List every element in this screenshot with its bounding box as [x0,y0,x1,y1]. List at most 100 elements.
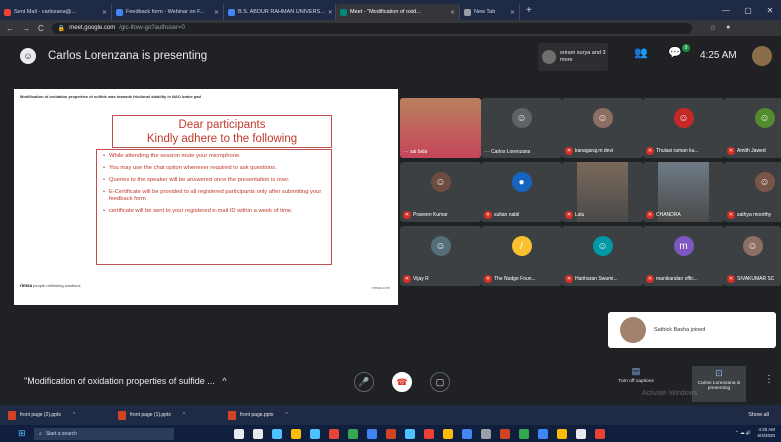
system-clock[interactable]: 4:25 AM 6/4/2020 [757,427,775,439]
participant-name: Praveen Kumar [413,212,448,218]
taskbar-app-icon[interactable] [443,428,453,439]
chevron-up-icon[interactable]: ^ [285,412,287,418]
taskbar-app-icon[interactable] [310,428,320,439]
maximize-icon[interactable]: ▢ [737,0,759,20]
participant-tile[interactable]: ☺ ✕ SIVAKUMAR SC [724,226,781,286]
browser-tab[interactable]: Feedback form - Webinar on F... ✕ [112,4,224,20]
new-tab-button[interactable]: + [526,5,532,16]
taskbar-app-icon[interactable] [367,428,377,439]
participant-video [577,162,628,222]
taskbar-app-icon[interactable] [576,428,586,439]
participant-label: ✕ kanagaraj.m devi [565,147,613,155]
minimize-icon[interactable]: — [715,0,737,20]
taskbar-app-icon[interactable] [272,428,282,439]
participant-tile[interactable]: ☺ ✕ sathya moorthy [724,162,781,222]
participant-tile[interactable]: m ✕ manikandan offic... [643,226,724,286]
browser-tab[interactable]: B.S. ABDUR RAHMAN UNIVERS... ✕ [224,4,336,20]
participant-label: ✕ manikandan offic... [646,275,698,283]
participant-label: ··· Carlos Lorenzana [484,149,530,155]
participant-tile[interactable]: ● ✕ sultan nabil [481,162,562,222]
participant-tile[interactable]: ☺ ··· Carlos Lorenzana [481,98,562,158]
avatar: ☺ [754,108,775,128]
captions-button[interactable]: ▤ Turn off captions [614,366,658,384]
close-tab-icon[interactable]: ✕ [102,9,107,16]
participant-tile[interactable]: ✕ Lalu [562,162,643,222]
participant-tile[interactable]: ☺ ✕ Praveen Kumar [400,162,481,222]
taskbar-app-icon[interactable] [538,428,548,439]
leave-call-button[interactable]: ☎ [392,372,412,392]
people-preview[interactable]: sriram surya and 3 more [538,43,608,71]
meeting-details-toggle[interactable]: "Modification of oxidation properties of… [24,376,227,386]
bookmark-star-icon[interactable]: ☆ [710,24,716,32]
back-icon[interactable]: ← [6,24,14,33]
participant-tile[interactable]: ··· sai bala [400,98,481,158]
download-item[interactable]: front page.pptx ^ [220,410,330,420]
windows-start-icon[interactable]: ⊞ [18,428,28,439]
participant-name: manikandan offic... [656,276,698,282]
avatar: / [511,236,532,256]
taskbar-app-icon[interactable] [424,428,434,439]
show-all-downloads-button[interactable]: Show all [748,412,769,418]
participant-label: ✕ Amith Jawed [727,147,766,155]
camera-button[interactable]: ▢ [430,372,450,392]
system-date: 6/4/2020 [757,433,775,438]
browser-tab[interactable]: Sent Mail - carlozana@... ✕ [0,4,112,20]
microphone-button[interactable]: 🎤 [354,372,374,392]
participant-tile[interactable]: ☺ ✕ kanagaraj.m devi [562,98,643,158]
taskbar-app-icon[interactable] [462,428,472,439]
url-domain: meet.google.com [69,25,116,31]
participant-label: ✕ Hariharan Swami... [565,275,618,283]
reload-icon[interactable]: C [38,24,44,33]
profile-icon[interactable]: ● [726,24,730,32]
participant-tile[interactable]: ☺ ✕ Vijay R [400,226,481,286]
taskbar-app-icon[interactable] [405,428,415,439]
download-item[interactable]: front page (2).pptx ^ [0,410,110,420]
close-tab-icon[interactable]: ✕ [510,9,515,16]
browser-tab-label: Feedback form - Webinar on F... [126,9,205,15]
notice-heading: Dear participants Kindly adhere to the f… [112,115,332,148]
participant-tile[interactable]: ☺ ✕ Hariharan Swami... [562,226,643,286]
presenting-button[interactable]: ⊡ Carlos Lorenzana is presenting [692,366,746,402]
chat-icon[interactable]: 💬 [668,46,682,59]
close-tab-icon[interactable]: ✕ [214,9,219,16]
participant-tile[interactable]: / ✕ The Nudge Foun... [481,226,562,286]
url-field[interactable]: 🔒 meet.google.com/gic-ihxw-go?authuser=0 [51,22,692,34]
participant-label: ✕ Praveen Kumar [403,211,448,219]
slide-footer-url: rimsa.com [371,285,390,290]
avatar: ☺ [430,236,451,256]
forward-icon[interactable]: → [22,24,30,33]
participant-tile[interactable]: ☺ ✕ Amith Jawed [724,98,781,158]
taskbar-app-icon[interactable] [595,428,605,439]
browser-tab[interactable]: New Tab ✕ [460,4,520,20]
taskbar-app-icon[interactable] [291,428,301,439]
taskbar-app-icon[interactable] [386,428,396,439]
brand-logo-text: rimsa [20,283,33,288]
taskbar-app-icon[interactable] [500,428,510,439]
user-avatar[interactable] [752,46,772,66]
close-tab-icon[interactable]: ✕ [328,9,333,16]
close-window-icon[interactable]: ✕ [759,0,781,20]
activation-watermark: Activate Windows [642,390,698,397]
chevron-up-icon[interactable]: ^ [183,412,185,418]
taskbar-app-icon[interactable] [253,428,263,439]
taskbar-app-icon[interactable] [329,428,339,439]
taskbar-app-icon[interactable] [557,428,567,439]
chevron-up-icon[interactable]: ^ [73,412,75,418]
taskbar-app-icon[interactable] [348,428,358,439]
tray-icons[interactable]: ⌃ ☁ 🔊 [735,430,751,436]
participant-tile[interactable]: ☺ ✕ Thulasi raman ku... [643,98,724,158]
taskbar-app-icon[interactable] [481,428,491,439]
taskbar-app-icon[interactable] [519,428,529,439]
taskbar-app-icon[interactable] [234,428,244,439]
avatar: ☺ [754,172,775,192]
taskbar-search[interactable]: ⌕ Start a search [34,427,174,440]
browser-tab[interactable]: Meet - "Modification of oxid... ✕ [336,4,460,20]
more-options-icon[interactable]: ⋮ [764,374,774,385]
participants-icon[interactable]: 👥 [634,46,648,59]
notice-heading-line-2: Kindly adhere to the following [146,133,298,145]
close-tab-icon[interactable]: ✕ [450,9,455,16]
download-item[interactable]: front page (1).pptx ^ [110,410,220,420]
participant-name: sathya moorthy [737,212,772,218]
avatar: ☺ [673,108,694,128]
participant-tile[interactable]: ✕ CHANDRA [643,162,724,222]
